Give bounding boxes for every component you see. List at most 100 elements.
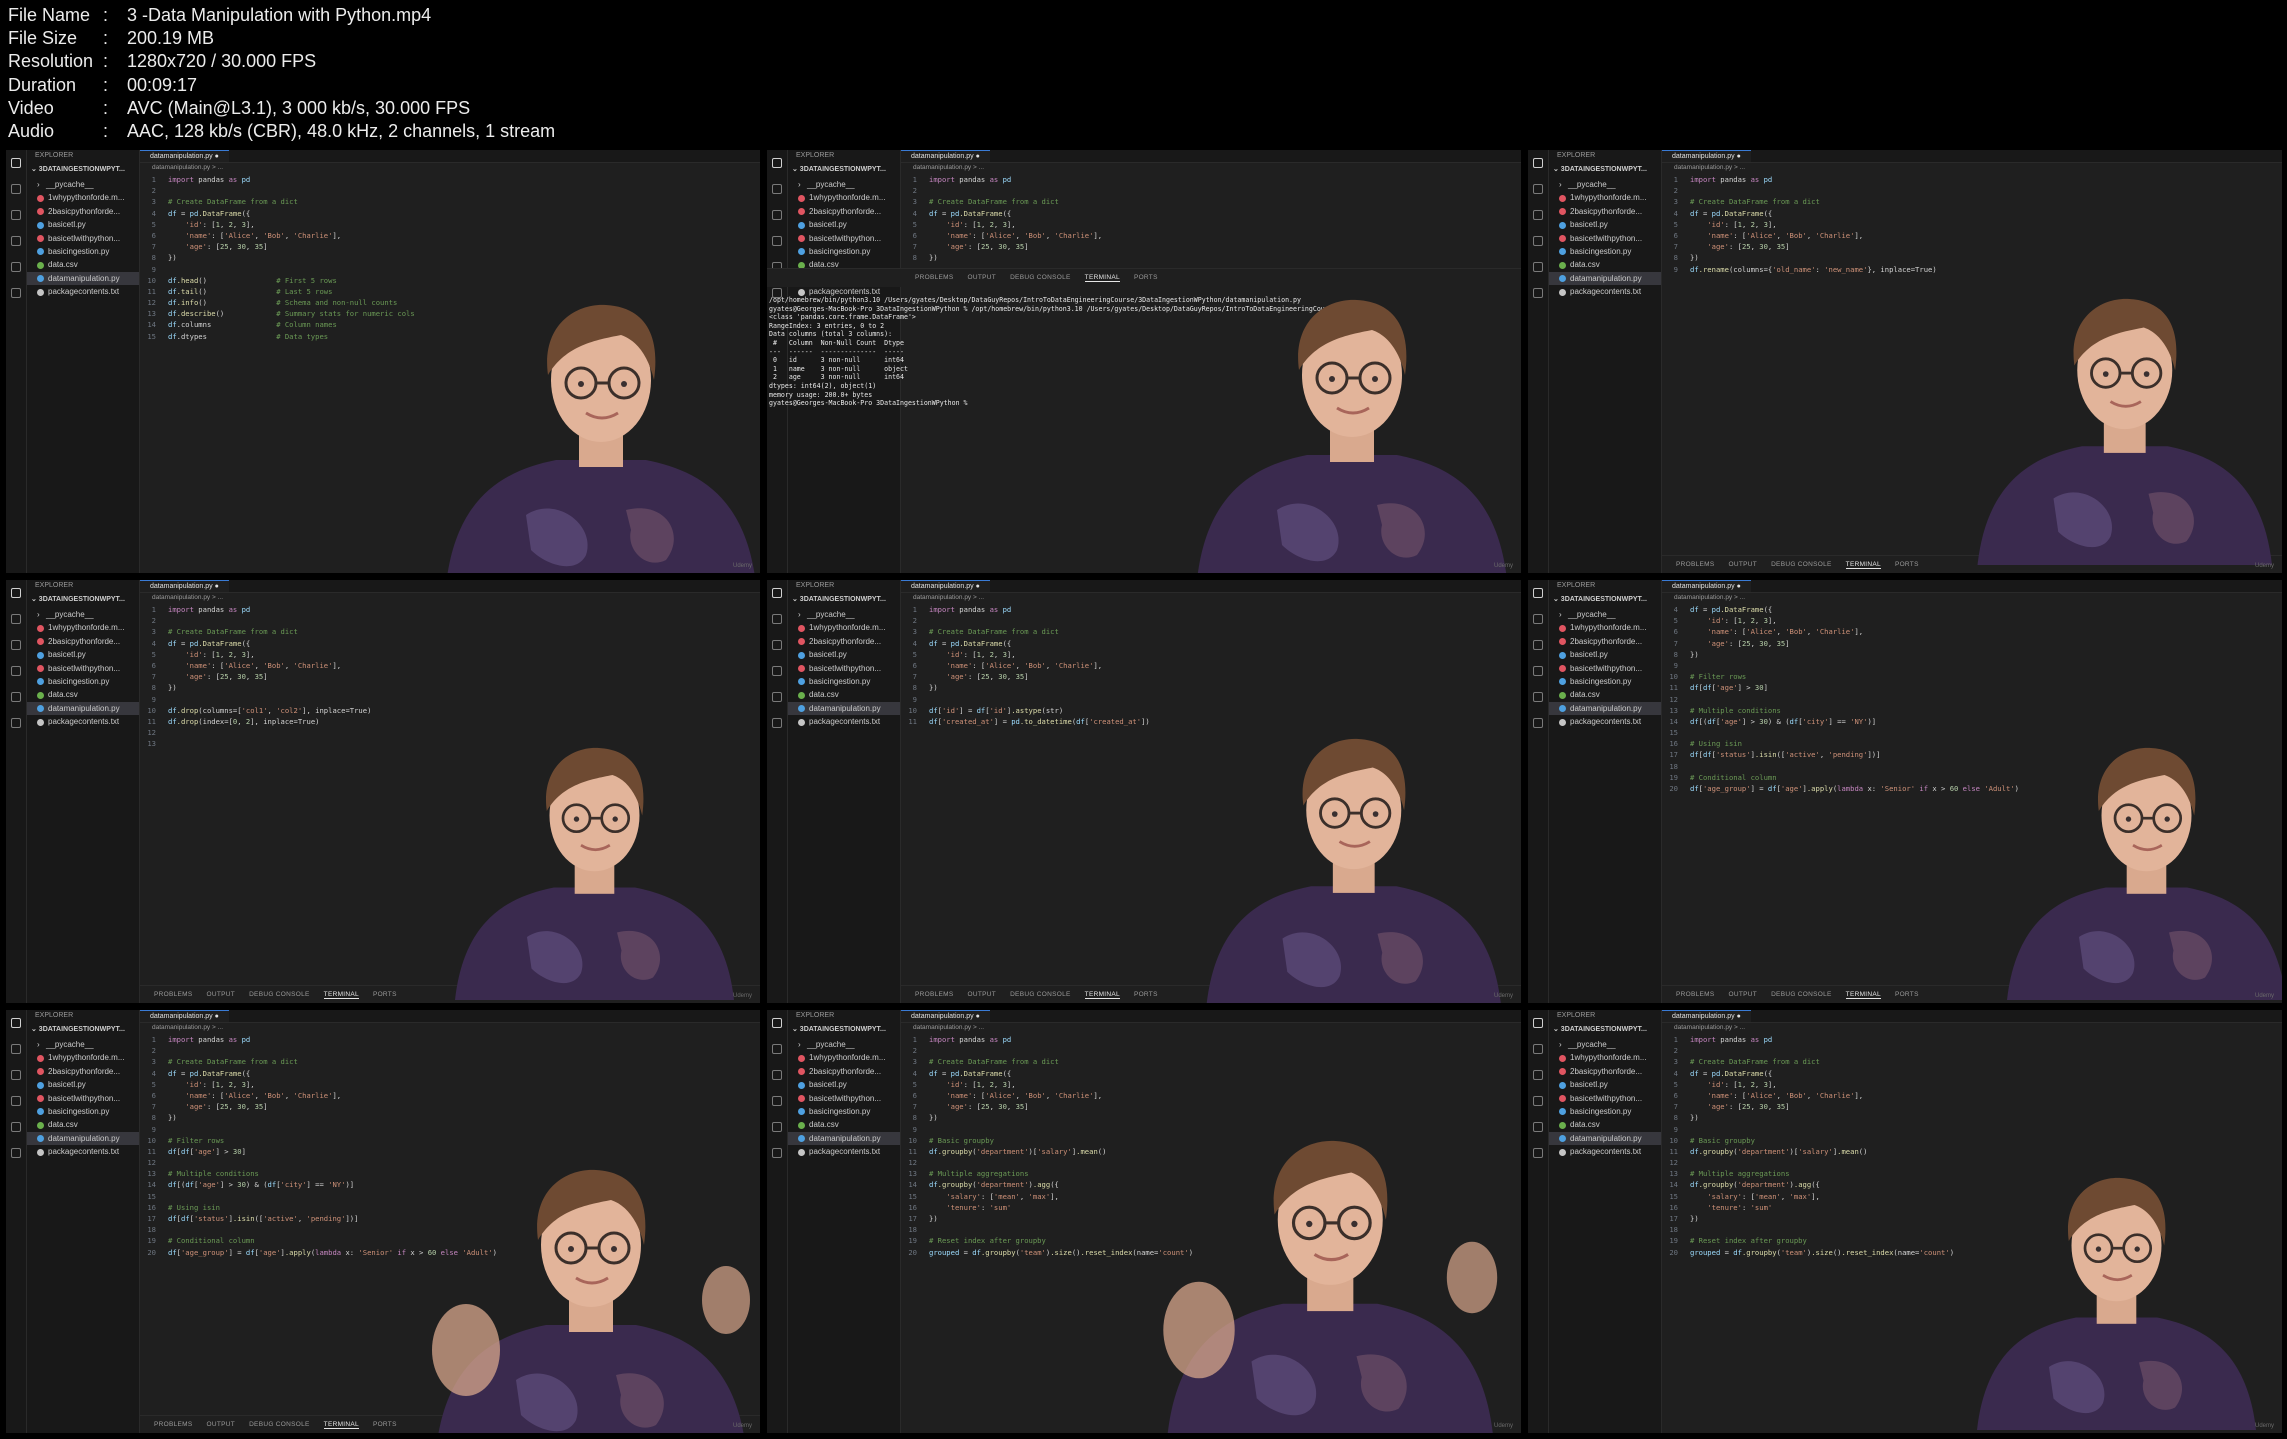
- testing-icon[interactable]: [11, 288, 21, 298]
- file-item[interactable]: basicetlwithpython...: [788, 662, 900, 675]
- file-item[interactable]: data.csv: [1549, 258, 1661, 271]
- run-debug-icon[interactable]: [1533, 666, 1543, 676]
- file-item[interactable]: basicetl.py: [27, 1078, 139, 1091]
- panel-tab-output[interactable]: OUTPUT: [968, 274, 997, 281]
- breadcrumb[interactable]: datamanipulation.py > ...: [1662, 163, 2282, 173]
- file-item[interactable]: 1whypythonforde.m...: [1549, 1051, 1661, 1064]
- file-item[interactable]: data.csv: [788, 1118, 900, 1131]
- file-item[interactable]: basicetlwithpython...: [1549, 662, 1661, 675]
- search-icon[interactable]: [1533, 1044, 1543, 1054]
- file-item[interactable]: basicetl.py: [1549, 218, 1661, 231]
- source-control-icon[interactable]: [1533, 210, 1543, 220]
- panel-tab-ports[interactable]: PORTS: [1134, 274, 1158, 281]
- file-item[interactable]: basicetlwithpython...: [1549, 232, 1661, 245]
- panel-tab-ports[interactable]: PORTS: [1895, 561, 1919, 568]
- file-item[interactable]: datamanipulation.py: [27, 1131, 139, 1146]
- search-icon[interactable]: [11, 184, 21, 194]
- file-item[interactable]: packagecontents.txt: [788, 715, 900, 728]
- file-item[interactable]: packagecontents.txt: [1549, 715, 1661, 728]
- source-control-icon[interactable]: [772, 210, 782, 220]
- file-item[interactable]: 2basicpythonforde...: [788, 635, 900, 648]
- panel-tab-problems[interactable]: PROBLEMS: [154, 991, 193, 998]
- testing-icon[interactable]: [1533, 1148, 1543, 1158]
- extensions-icon[interactable]: [772, 692, 782, 702]
- file-item[interactable]: packagecontents.txt: [788, 1145, 900, 1158]
- run-debug-icon[interactable]: [11, 1096, 21, 1106]
- source-control-icon[interactable]: [772, 640, 782, 650]
- file-item[interactable]: datamanipulation.py: [27, 701, 139, 716]
- file-item[interactable]: › __pycache__: [27, 1038, 139, 1051]
- file-item[interactable]: 2basicpythonforde...: [788, 1065, 900, 1078]
- code-editor[interactable]: 1 import pandas as pd 2 3 # Create DataFrame…: [1662, 174, 2282, 275]
- panel-tab-problems[interactable]: PROBLEMS: [154, 1421, 193, 1428]
- file-item[interactable]: packagecontents.txt: [27, 715, 139, 728]
- explorer-icon[interactable]: [1533, 1018, 1543, 1028]
- file-item[interactable]: basicetlwithpython...: [27, 1092, 139, 1105]
- extensions-icon[interactable]: [11, 692, 21, 702]
- file-item[interactable]: basicetlwithpython...: [27, 662, 139, 675]
- file-item[interactable]: datamanipulation.py: [788, 701, 900, 716]
- panel-tab-output[interactable]: OUTPUT: [207, 991, 236, 998]
- source-control-icon[interactable]: [11, 640, 21, 650]
- panel-tab-debug-console[interactable]: DEBUG CONSOLE: [249, 991, 310, 998]
- file-item[interactable]: 1whypythonforde.m...: [1549, 191, 1661, 204]
- panel-tab-terminal[interactable]: TERMINAL: [1845, 561, 1881, 569]
- file-item[interactable]: › __pycache__: [788, 1038, 900, 1051]
- panel-tab-terminal[interactable]: TERMINAL: [1084, 991, 1120, 999]
- project-folder[interactable]: ⌄ 3DATAINGESTIONWPYT...: [788, 165, 900, 178]
- search-icon[interactable]: [772, 184, 782, 194]
- panel-tab-output[interactable]: OUTPUT: [207, 1421, 236, 1428]
- testing-icon[interactable]: [772, 1148, 782, 1158]
- search-icon[interactable]: [11, 1044, 21, 1054]
- explorer-icon[interactable]: [1533, 588, 1543, 598]
- run-debug-icon[interactable]: [772, 1096, 782, 1106]
- file-item[interactable]: 1whypythonforde.m...: [788, 621, 900, 634]
- code-editor[interactable]: 1 import pandas as pd 2 3 # Create DataFrame…: [140, 604, 760, 749]
- file-item[interactable]: basicetl.py: [788, 648, 900, 661]
- project-folder[interactable]: ⌄ 3DATAINGESTIONWPYT...: [1549, 595, 1661, 608]
- editor-tab[interactable]: datamanipulation.py ●: [901, 150, 990, 162]
- file-item[interactable]: basicetl.py: [1549, 648, 1661, 661]
- panel-tab-ports[interactable]: PORTS: [373, 991, 397, 998]
- file-item[interactable]: 1whypythonforde.m...: [27, 191, 139, 204]
- file-item[interactable]: packagecontents.txt: [27, 1145, 139, 1158]
- search-icon[interactable]: [772, 614, 782, 624]
- editor-tab[interactable]: datamanipulation.py ●: [901, 580, 990, 592]
- file-item[interactable]: › __pycache__: [1549, 178, 1661, 191]
- file-item[interactable]: basicetlwithpython...: [788, 1092, 900, 1105]
- file-item[interactable]: 2basicpythonforde...: [27, 1065, 139, 1078]
- file-item[interactable]: basicetl.py: [788, 1078, 900, 1091]
- file-item[interactable]: › __pycache__: [1549, 1038, 1661, 1051]
- file-item[interactable]: › __pycache__: [788, 608, 900, 621]
- panel-tab-debug-console[interactable]: DEBUG CONSOLE: [1010, 991, 1071, 998]
- file-item[interactable]: 2basicpythonforde...: [27, 205, 139, 218]
- panel-tab-output[interactable]: OUTPUT: [1729, 991, 1758, 998]
- file-item[interactable]: basicingestion.py: [27, 1105, 139, 1118]
- panel-tab-problems[interactable]: PROBLEMS: [1676, 561, 1715, 568]
- panel-tab-terminal[interactable]: TERMINAL: [1084, 274, 1120, 282]
- explorer-icon[interactable]: [772, 588, 782, 598]
- panel-tab-terminal[interactable]: TERMINAL: [1845, 991, 1881, 999]
- file-item[interactable]: datamanipulation.py: [27, 271, 139, 286]
- code-editor[interactable]: 1 import pandas as pd 2 3 # Create DataFrame…: [901, 174, 1521, 264]
- run-debug-icon[interactable]: [11, 666, 21, 676]
- explorer-icon[interactable]: [11, 1018, 21, 1028]
- panel-tab-terminal[interactable]: TERMINAL: [323, 991, 359, 999]
- file-item[interactable]: basicingestion.py: [27, 245, 139, 258]
- run-debug-icon[interactable]: [1533, 236, 1543, 246]
- file-item[interactable]: datamanipulation.py: [1549, 1131, 1661, 1146]
- breadcrumb[interactable]: datamanipulation.py > ...: [1662, 593, 2282, 603]
- breadcrumb[interactable]: datamanipulation.py > ...: [901, 1023, 1521, 1033]
- file-item[interactable]: › __pycache__: [27, 178, 139, 191]
- testing-icon[interactable]: [772, 718, 782, 728]
- project-folder[interactable]: ⌄ 3DATAINGESTIONWPYT...: [788, 595, 900, 608]
- panel-tab-debug-console[interactable]: DEBUG CONSOLE: [1771, 561, 1832, 568]
- source-control-icon[interactable]: [11, 1070, 21, 1080]
- editor-tab[interactable]: datamanipulation.py ●: [140, 580, 229, 592]
- panel-tab-problems[interactable]: PROBLEMS: [915, 274, 954, 281]
- run-debug-icon[interactable]: [11, 236, 21, 246]
- file-item[interactable]: 1whypythonforde.m...: [27, 621, 139, 634]
- file-item[interactable]: basicingestion.py: [788, 675, 900, 688]
- panel-tab-terminal[interactable]: TERMINAL: [323, 1421, 359, 1429]
- editor-tab[interactable]: datamanipulation.py ●: [1662, 1010, 1751, 1022]
